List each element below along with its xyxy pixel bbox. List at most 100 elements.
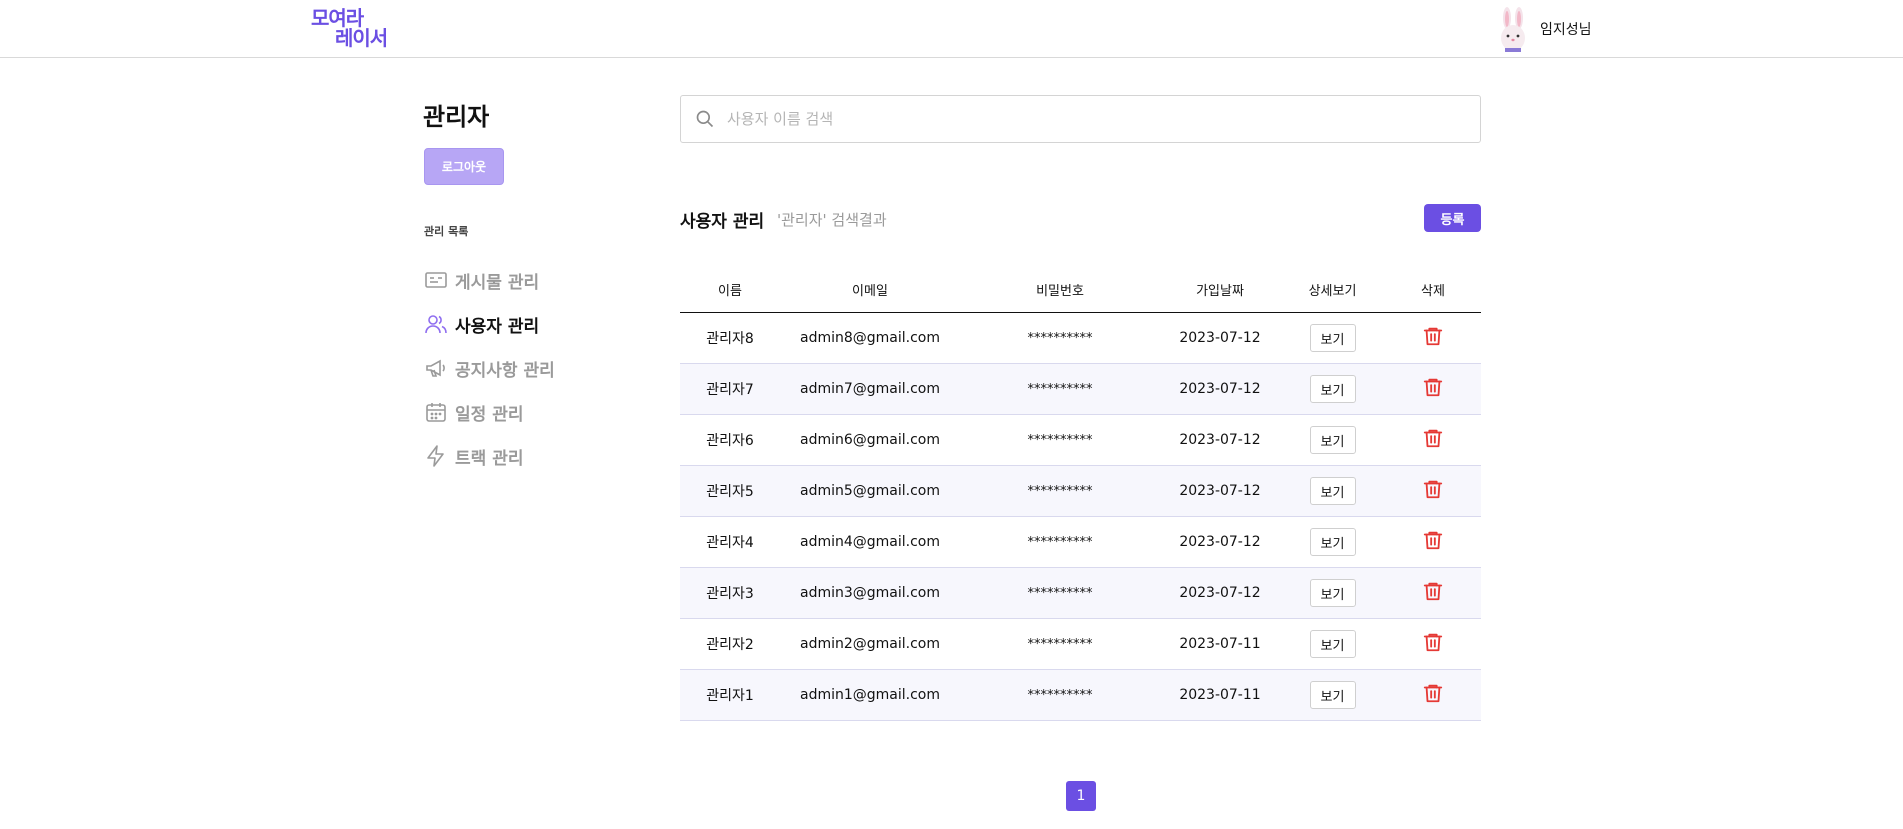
sidebar-item-label: 공지사항 관리 <box>455 360 555 381</box>
logo-line-1: 모여라 <box>311 6 364 30</box>
cell-email: admin7@gmail.com <box>799 381 940 397</box>
top-header: 모여라 레이서 임지성님 <box>0 0 1903 58</box>
table-row: 관리자7 admin7@gmail.com ********** 2023-07… <box>680 364 1481 415</box>
page-button-current[interactable]: 1 <box>1066 781 1096 811</box>
app-logo[interactable]: 모여라 레이서 <box>311 8 391 48</box>
megaphone-icon <box>424 356 448 380</box>
trash-icon[interactable] <box>1422 376 1444 402</box>
cell-delete <box>1385 478 1481 504</box>
trash-icon[interactable] <box>1422 325 1444 351</box>
cell-delete <box>1385 631 1481 657</box>
cell-detail: 보기 <box>1280 630 1385 658</box>
sidebar-item-label: 사용자 관리 <box>455 316 540 337</box>
cell-password: ********** <box>1027 432 1093 448</box>
cell-name: 관리자2 <box>706 637 754 653</box>
view-button[interactable]: 보기 <box>1309 375 1356 403</box>
sidebar-item-label: 일정 관리 <box>455 404 524 425</box>
view-button[interactable]: 보기 <box>1309 630 1356 658</box>
user-menu[interactable]: 임지성님 <box>1496 6 1592 52</box>
users-icon <box>424 312 448 336</box>
cell-join-date: 2023-07-12 <box>1179 534 1261 550</box>
cell-email: admin2@gmail.com <box>799 636 940 652</box>
header-join-date: 가입날짜 <box>1196 283 1244 299</box>
calendar-icon <box>424 400 448 424</box>
header-email: 이메일 <box>852 283 888 299</box>
cell-detail: 보기 <box>1280 579 1385 607</box>
cell-delete <box>1385 529 1481 555</box>
search-result-label: '관리자' 검색결과 <box>777 211 887 229</box>
cell-detail: 보기 <box>1280 528 1385 556</box>
cell-join-date: 2023-07-12 <box>1179 330 1261 346</box>
header-detail: 상세보기 <box>1308 283 1357 299</box>
cell-join-date: 2023-07-11 <box>1179 687 1261 703</box>
cell-detail: 보기 <box>1280 426 1385 454</box>
page-title: 관리자 <box>423 103 490 131</box>
cell-password: ********** <box>1027 585 1093 601</box>
user-table: 이름 이메일 비밀번호 가입날짜 상세보기 삭제 관리자8 admin8@gma… <box>680 266 1481 721</box>
sidebar-item-users[interactable]: 사용자 관리 <box>424 302 555 346</box>
table-header: 이름 이메일 비밀번호 가입날짜 상세보기 삭제 <box>680 266 1481 313</box>
register-button[interactable]: 등록 <box>1424 204 1481 232</box>
trash-icon[interactable] <box>1422 478 1444 504</box>
cell-join-date: 2023-07-12 <box>1179 483 1261 499</box>
view-button[interactable]: 보기 <box>1309 324 1356 352</box>
logo-line-2: 레이서 <box>335 26 388 50</box>
header-password: 비밀번호 <box>1036 283 1084 299</box>
search-box <box>680 95 1481 143</box>
table-row: 관리자8 admin8@gmail.com ********** 2023-07… <box>680 313 1481 364</box>
cell-email: admin3@gmail.com <box>799 585 940 601</box>
search-input[interactable] <box>727 110 1447 128</box>
cell-email: admin1@gmail.com <box>799 687 940 703</box>
cell-email: admin4@gmail.com <box>799 534 940 550</box>
search-icon <box>696 110 714 128</box>
trash-icon[interactable] <box>1422 682 1444 708</box>
view-button[interactable]: 보기 <box>1309 681 1356 709</box>
view-button[interactable]: 보기 <box>1309 426 1356 454</box>
trash-icon[interactable] <box>1422 631 1444 657</box>
view-button[interactable]: 보기 <box>1309 477 1356 505</box>
table-row: 관리자6 admin6@gmail.com ********** 2023-07… <box>680 415 1481 466</box>
cell-email: admin5@gmail.com <box>799 483 940 499</box>
cell-detail: 보기 <box>1280 477 1385 505</box>
sidebar-item-posts[interactable]: 게시물 관리 <box>424 258 555 302</box>
view-button[interactable]: 보기 <box>1309 528 1356 556</box>
sidebar-caption: 관리 목록 <box>424 225 469 238</box>
trash-icon[interactable] <box>1422 580 1444 606</box>
cell-email: admin6@gmail.com <box>799 432 940 448</box>
cell-delete <box>1385 376 1481 402</box>
table-row: 관리자1 admin1@gmail.com ********** 2023-07… <box>680 670 1481 721</box>
cell-password: ********** <box>1027 381 1093 397</box>
avatar[interactable] <box>1496 6 1530 52</box>
sidebar-nav: 게시물 관리 사용자 관리 공지사항 관리 일정 관리 트랙 관리 <box>424 258 555 478</box>
logout-button[interactable]: 로그아웃 <box>424 148 504 185</box>
sidebar-item-tracks[interactable]: 트랙 관리 <box>424 434 555 478</box>
cell-detail: 보기 <box>1280 375 1385 403</box>
table-row: 관리자2 admin2@gmail.com ********** 2023-07… <box>680 619 1481 670</box>
table-row: 관리자5 admin5@gmail.com ********** 2023-07… <box>680 466 1481 517</box>
cell-detail: 보기 <box>1280 324 1385 352</box>
sidebar-item-notices[interactable]: 공지사항 관리 <box>424 346 555 390</box>
table-row: 관리자4 admin4@gmail.com ********** 2023-07… <box>680 517 1481 568</box>
sidebar-item-schedule[interactable]: 일정 관리 <box>424 390 555 434</box>
cell-name: 관리자5 <box>706 484 754 500</box>
trash-icon[interactable] <box>1422 529 1444 555</box>
rabbit-avatar-icon <box>1501 7 1525 52</box>
id-card-icon <box>424 268 448 292</box>
trash-icon[interactable] <box>1422 427 1444 453</box>
cell-name: 관리자1 <box>706 688 754 704</box>
cell-name: 관리자4 <box>706 535 754 551</box>
cell-join-date: 2023-07-12 <box>1179 381 1261 397</box>
cell-password: ********** <box>1027 483 1093 499</box>
sidebar-item-label: 트랙 관리 <box>455 448 524 469</box>
cell-password: ********** <box>1027 330 1093 346</box>
section-title: 사용자 관리 <box>680 212 765 232</box>
lightning-icon <box>424 444 448 468</box>
cell-delete <box>1385 325 1481 351</box>
cell-email: admin8@gmail.com <box>799 330 940 346</box>
cell-name: 관리자8 <box>706 331 754 347</box>
cell-name: 관리자6 <box>706 433 754 449</box>
cell-password: ********** <box>1027 534 1093 550</box>
cell-password: ********** <box>1027 636 1093 652</box>
cell-name: 관리자7 <box>706 382 754 398</box>
view-button[interactable]: 보기 <box>1309 579 1356 607</box>
